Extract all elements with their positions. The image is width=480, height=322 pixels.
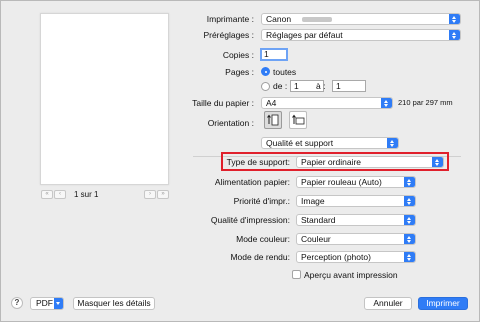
media-type-select[interactable]: Papier ordinaire [296,156,444,168]
media-type-label: Type de support: [226,157,290,167]
section-select-arrows-icon [387,138,398,148]
copies-label: Copies : [222,50,254,60]
rendering-value: Perception (photo) [301,252,371,262]
chevron-down-icon [54,298,63,309]
paper-source-select-arrows-icon [404,177,415,187]
paper-size-value: A4 [266,98,277,108]
section-value: Qualité et support [266,138,334,148]
presets-value: Réglages par défaut [266,30,343,40]
next-page-button[interactable]: › [144,189,156,199]
pages-label: Pages : [225,67,254,77]
cancel-button[interactable]: Annuler [364,297,412,310]
orientation-portrait-button[interactable] [264,111,282,129]
priority-label: Priorité d'impr.: [233,196,290,206]
paper-size-select-arrows-icon [381,98,392,108]
preview-checkbox[interactable] [292,270,301,279]
color-mode-value: Couleur [301,234,331,244]
section-select[interactable]: Qualité et support [261,137,399,149]
quality-label: Qualité d'impression: [210,215,290,225]
printer-select[interactable]: Canon [261,13,461,25]
pages-all-label: toutes [273,67,297,77]
paper-source-value: Papier rouleau (Auto) [301,177,382,187]
paper-size-label: Taille du papier : [192,98,254,108]
landscape-icon [292,114,305,125]
quality-select[interactable]: Standard [296,214,416,226]
color-mode-select-arrows-icon [404,234,415,244]
paper-size-select[interactable]: A4 [261,97,393,109]
paper-source-label: Alimentation papier: [214,177,290,187]
page-count-label: 1 sur 1 [74,189,99,199]
pages-all-radio[interactable] [261,67,270,76]
preview-pager: « ‹ 1 sur 1 › » [41,188,169,200]
priority-select[interactable]: Image [296,195,416,207]
paper-size-dimensions: 210 par 297 mm [398,98,453,107]
orientation-label: Orientation : [207,118,254,128]
redacted-printer-model [302,17,332,22]
printer-value: Canon [266,14,292,24]
priority-select-arrows-icon [404,196,415,206]
pdf-label: PDF [36,298,53,308]
rendering-select[interactable]: Perception (photo) [296,251,416,263]
rendering-select-arrows-icon [404,252,415,262]
preview-checkbox-label: Aperçu avant impression [304,270,398,280]
first-page-button[interactable]: « [41,189,53,199]
pages-to-label: à : [316,81,326,91]
rendering-label: Mode de rendu: [230,252,290,262]
media-type-value: Papier ordinaire [301,157,362,167]
print-button[interactable]: Imprimer [418,297,468,310]
portrait-icon [267,114,279,126]
printer-label: Imprimante : [206,14,254,24]
quality-value: Standard [301,215,336,225]
print-dialog: « ‹ 1 sur 1 › » Imprimante : Canon Préré… [0,0,480,322]
pages-to-input[interactable]: 1 [332,80,366,92]
presets-select-arrows-icon [449,30,460,40]
presets-select[interactable]: Réglages par défaut [261,29,461,41]
copies-input[interactable]: 1 [260,48,288,61]
quality-select-arrows-icon [404,215,415,225]
color-mode-select[interactable]: Couleur [296,233,416,245]
paper-source-select[interactable]: Papier rouleau (Auto) [296,176,416,188]
pages-range-radio[interactable] [261,82,270,91]
priority-value: Image [301,196,325,206]
help-button[interactable]: ? [11,297,23,309]
color-mode-label: Mode couleur: [236,234,290,244]
previous-page-button[interactable]: ‹ [54,189,66,199]
media-type-select-arrows-icon [432,157,443,167]
pdf-menu-button[interactable]: PDF [30,297,64,310]
printer-select-arrows-icon [449,14,460,24]
print-preview-page [40,13,169,185]
orientation-landscape-button[interactable] [289,111,307,129]
presets-label: Préréglages : [203,30,254,40]
hide-details-button[interactable]: Masquer les détails [73,297,155,310]
pages-from-label: de : [273,81,288,91]
last-page-button[interactable]: » [157,189,169,199]
